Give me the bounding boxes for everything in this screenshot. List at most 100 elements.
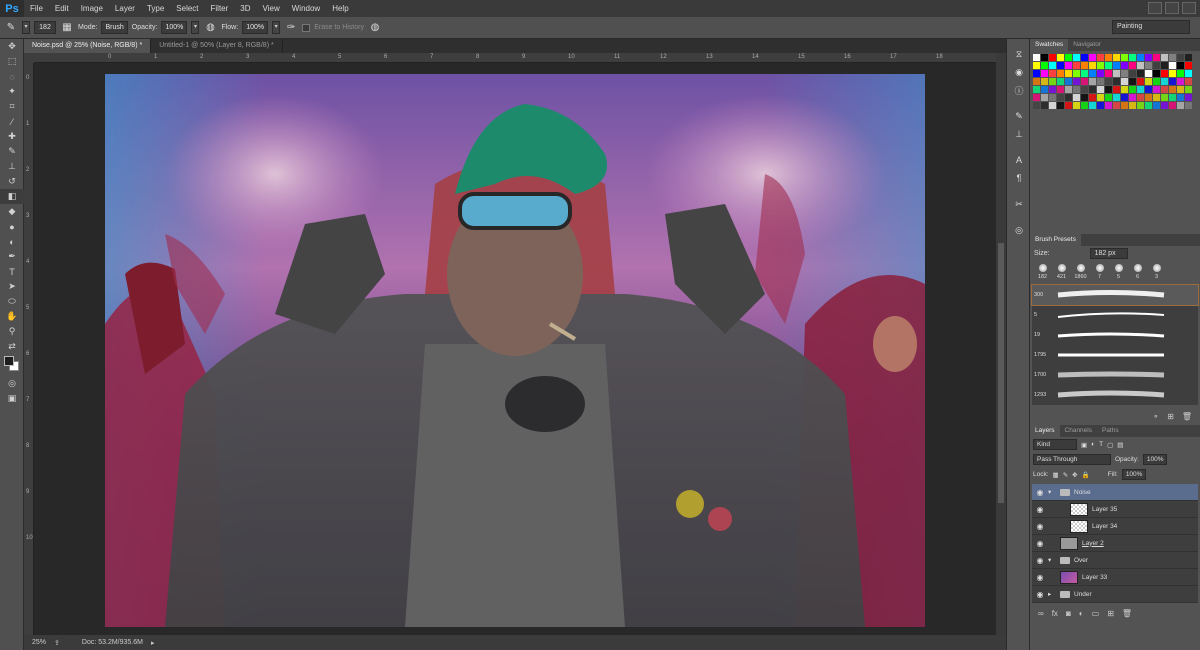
color-swatch[interactable]: [1129, 86, 1136, 93]
tab-noise[interactable]: Noise.psd @ 25% (Noise, RGB/8) *: [24, 39, 152, 53]
color-swatch[interactable]: [1161, 102, 1168, 109]
swap-colors-icon[interactable]: ⇄: [0, 339, 24, 354]
color-swatch[interactable]: [1137, 86, 1144, 93]
clone-stamp-tool-icon[interactable]: ⊥: [0, 159, 24, 174]
maximize-button[interactable]: [1165, 2, 1179, 14]
path-select-tool-icon[interactable]: ➤: [0, 279, 24, 294]
brush-tip[interactable]: 421: [1053, 263, 1070, 280]
layer-group-over[interactable]: ◉ ▾ Over: [1032, 552, 1198, 569]
color-swatch[interactable]: [1057, 54, 1064, 61]
brush-tool-icon[interactable]: ✎: [0, 144, 24, 159]
color-swatch[interactable]: [1185, 86, 1192, 93]
toggle-brush-panel-icon[interactable]: ⚬: [1152, 412, 1159, 421]
color-swatch[interactable]: [1041, 62, 1048, 69]
visibility-eye-icon[interactable]: ◉: [1032, 539, 1048, 548]
color-swatch[interactable]: [1081, 86, 1088, 93]
visibility-eye-icon[interactable]: ◉: [1032, 522, 1048, 531]
color-swatch[interactable]: [1041, 94, 1048, 101]
color-swatch[interactable]: [1145, 86, 1152, 93]
color-swatch[interactable]: [1089, 54, 1096, 61]
color-swatch[interactable]: [1113, 70, 1120, 77]
visibility-eye-icon[interactable]: ◉: [1032, 573, 1048, 582]
color-swatch[interactable]: [1089, 62, 1096, 69]
color-swatch[interactable]: [1177, 54, 1184, 61]
zoom-level[interactable]: 25%: [32, 639, 46, 646]
ellipse-tool-icon[interactable]: ⬭: [0, 294, 24, 309]
pressure-size-icon[interactable]: ◍: [368, 21, 382, 35]
swatches-grid[interactable]: [1030, 51, 1200, 112]
color-swatch[interactable]: [1057, 62, 1064, 69]
color-swatch[interactable]: [1129, 94, 1136, 101]
type-tool-icon[interactable]: T: [0, 264, 24, 279]
kind-filter-select[interactable]: Kind: [1033, 439, 1077, 450]
color-swatch[interactable]: [1113, 62, 1120, 69]
color-swatch[interactable]: [1105, 102, 1112, 109]
color-swatch[interactable]: [1121, 54, 1128, 61]
vertical-scrollbar[interactable]: [996, 53, 1006, 635]
minimize-button[interactable]: [1148, 2, 1162, 14]
color-swatch[interactable]: [1065, 70, 1072, 77]
color-swatch[interactable]: [1145, 70, 1152, 77]
filter-adjust-icon[interactable]: ◐: [1091, 441, 1095, 448]
color-swatch[interactable]: [1089, 94, 1096, 101]
color-swatch[interactable]: [1161, 86, 1168, 93]
color-swatch[interactable]: [1121, 86, 1128, 93]
tab-swatches[interactable]: Swatches: [1030, 39, 1069, 51]
dodge-tool-icon[interactable]: ◐: [0, 234, 24, 249]
color-swatch[interactable]: [1185, 62, 1192, 69]
adjustment-layer-icon[interactable]: ◐: [1079, 609, 1084, 618]
color-swatch[interactable]: [1129, 70, 1136, 77]
tab-channels[interactable]: Channels: [1060, 425, 1097, 437]
brush-panel-toggle-icon[interactable]: ▦: [60, 21, 74, 35]
tab-untitled[interactable]: Untitled-1 @ 50% (Layer 8, RGB/8) *: [151, 39, 283, 53]
color-swatch[interactable]: [1089, 70, 1096, 77]
menu-help[interactable]: Help: [326, 0, 354, 17]
opacity-input[interactable]: 100%: [161, 21, 188, 34]
brush-stroke-item[interactable]: 5: [1032, 305, 1198, 325]
brush-tip[interactable]: 1860: [1072, 263, 1089, 280]
color-swatch[interactable]: [1161, 78, 1168, 85]
color-swatch[interactable]: [1073, 62, 1080, 69]
color-swatch[interactable]: [1049, 78, 1056, 85]
opacity-dropdown[interactable]: ▾: [191, 21, 200, 34]
brush-tip[interactable]: 5: [1110, 263, 1127, 280]
color-swatch[interactable]: [1137, 94, 1144, 101]
tab-paths[interactable]: Paths: [1097, 425, 1124, 437]
color-swatch[interactable]: [1121, 62, 1128, 69]
brush-tip[interactable]: 6: [1129, 263, 1146, 280]
color-swatch[interactable]: [1121, 102, 1128, 109]
lock-transparency-icon[interactable]: ▦: [1053, 471, 1059, 479]
brush-stroke-item[interactable]: 1700: [1032, 365, 1198, 385]
layer-row[interactable]: ◉ Layer 34: [1032, 518, 1198, 535]
color-swatch[interactable]: [1153, 70, 1160, 77]
delete-layer-icon[interactable]: 🗑: [1122, 609, 1132, 618]
color-swatch[interactable]: [1033, 78, 1040, 85]
color-swatch[interactable]: [1153, 86, 1160, 93]
color-swatch[interactable]: [1185, 54, 1192, 61]
screen-mode-icon[interactable]: ▣: [0, 391, 24, 406]
mode-select[interactable]: Brush: [101, 21, 128, 34]
layer-row[interactable]: ◉ Layer 35: [1032, 501, 1198, 518]
color-swatch[interactable]: [1081, 54, 1088, 61]
new-layer-icon[interactable]: ⊞: [1107, 609, 1114, 618]
layer-row[interactable]: ◉ Layer 33: [1032, 569, 1198, 586]
brush-stroke-item[interactable]: 300: [1031, 284, 1199, 306]
move-tool-icon[interactable]: ✥: [0, 39, 24, 54]
artwork-canvas[interactable]: [105, 74, 925, 627]
brush-tip[interactable]: 182: [1034, 263, 1051, 280]
history-brush-tool-icon[interactable]: ↺: [0, 174, 24, 189]
quick-mask-icon[interactable]: ◎: [0, 376, 24, 391]
color-swatch[interactable]: [1121, 78, 1128, 85]
color-swatch[interactable]: [1145, 94, 1152, 101]
color-swatch[interactable]: [1105, 78, 1112, 85]
airbrush-icon[interactable]: ✑: [284, 21, 298, 35]
color-swatch[interactable]: [1041, 86, 1048, 93]
pen-tool-icon[interactable]: ✒: [0, 249, 24, 264]
filter-type-icon[interactable]: T: [1099, 441, 1103, 448]
visibility-eye-icon[interactable]: ◉: [1032, 505, 1048, 514]
canvas-area[interactable]: [34, 63, 996, 635]
color-swatch[interactable]: [1161, 62, 1168, 69]
color-swatch[interactable]: [1153, 102, 1160, 109]
color-swatch[interactable]: [1169, 78, 1176, 85]
lock-image-icon[interactable]: ✎: [1063, 471, 1068, 479]
